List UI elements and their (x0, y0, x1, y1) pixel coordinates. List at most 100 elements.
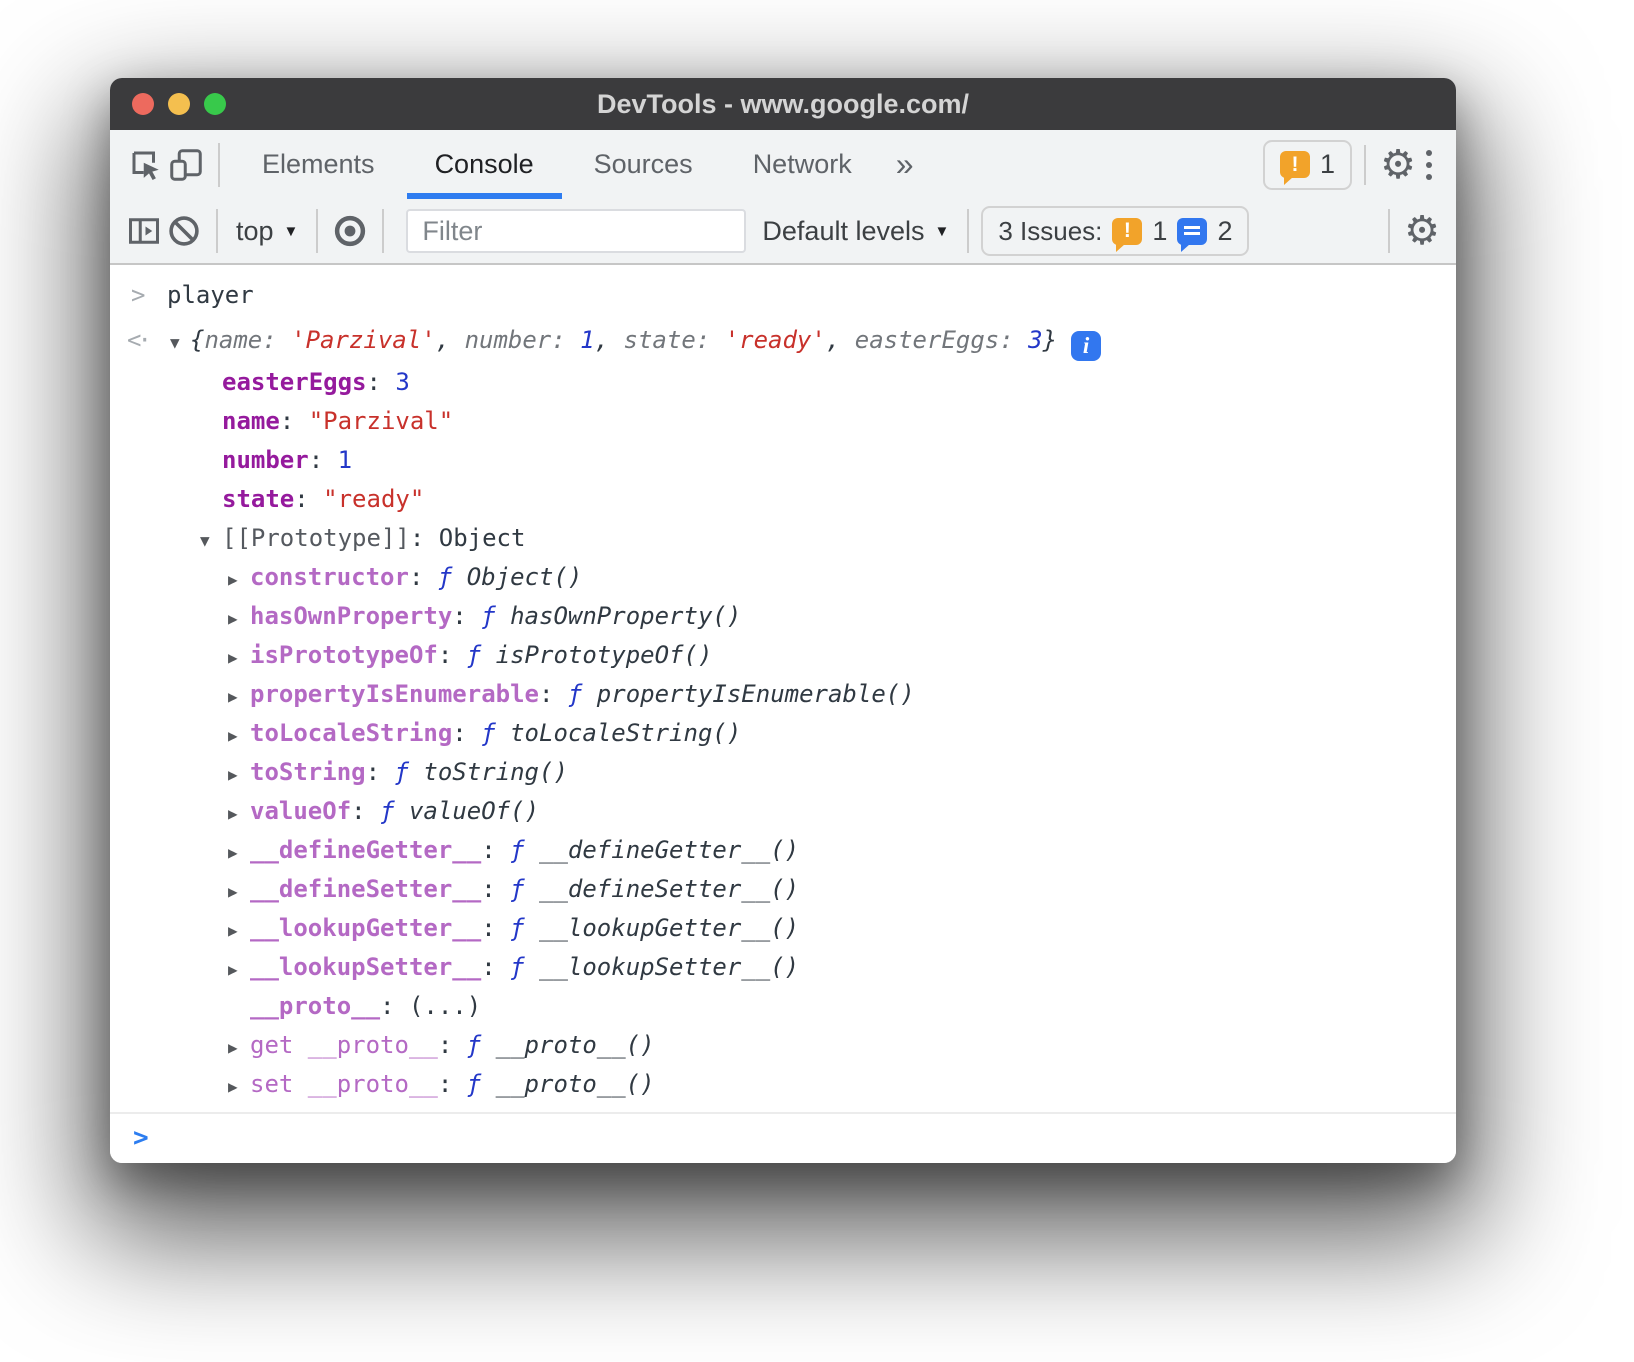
token: 'ready' (725, 326, 826, 354)
triangle-right-icon[interactable]: ▶ (228, 1028, 250, 1067)
info-icon[interactable]: i (1071, 331, 1101, 361)
main-toolbar: ElementsConsoleSourcesNetwork » ! 1 ⚙ (110, 130, 1456, 199)
token: state (624, 326, 696, 354)
property-key: set __proto__ (250, 1070, 438, 1098)
object-property-row: ▼[[Prototype]]: Object (110, 519, 1456, 558)
object-property-row: number: 1 (110, 441, 1456, 480)
object-property-row: ▶toString: ƒ toString() (110, 753, 1456, 792)
triangle-right-icon[interactable]: ▶ (228, 1067, 250, 1106)
tab-network[interactable]: Network (723, 130, 882, 199)
levels-label: Default levels (762, 216, 924, 247)
triangle-right-icon[interactable]: ▶ (228, 755, 250, 794)
property-value: "ready" (323, 485, 424, 513)
triangle-right-icon[interactable]: ▶ (228, 599, 250, 638)
triangle-right-icon[interactable]: ▶ (228, 560, 250, 599)
devtools-window: DevTools - www.google.com/ ElementsConso… (110, 78, 1456, 1163)
token: number (465, 326, 552, 354)
issues-summary-button[interactable]: 3 Issues: ! 1 2 (981, 206, 1249, 256)
settings-gear-icon[interactable]: ⚙ (1378, 145, 1418, 185)
token: : (438, 1031, 467, 1059)
triangle-down-icon[interactable]: ▼ (200, 521, 222, 560)
msg-count: 2 (1217, 216, 1232, 247)
token: : (438, 641, 467, 669)
traffic-lights (132, 78, 226, 130)
kebab-menu-icon[interactable] (1418, 150, 1440, 180)
token: : (280, 407, 309, 435)
context-label: top (236, 216, 274, 247)
object-property-row: ▶isPrototypeOf: ƒ isPrototypeOf() (110, 636, 1456, 675)
property-key: isPrototypeOf (250, 641, 438, 669)
token: : (481, 914, 510, 942)
device-toolbar-icon[interactable] (166, 145, 206, 185)
token: : (366, 758, 395, 786)
divider (1364, 145, 1366, 185)
object-property-row: ▶constructor: ƒ Object() (110, 558, 1456, 597)
function-symbol: ƒ (510, 875, 539, 903)
property-value: 3 (395, 368, 409, 396)
property-key: constructor (250, 563, 409, 591)
triangle-right-icon[interactable]: ▶ (228, 950, 250, 989)
property-value: Object() (467, 563, 583, 591)
property-value: __proto__() (496, 1070, 655, 1098)
console-prompt[interactable]: > (110, 1112, 1456, 1162)
property-key: valueOf (250, 797, 351, 825)
token: : (309, 446, 338, 474)
function-symbol: ƒ (467, 1031, 496, 1059)
token: easterEggs (855, 326, 1000, 354)
warn-count: 1 (1152, 216, 1167, 247)
token: 'Parzival' (291, 326, 436, 354)
triangle-right-icon[interactable]: ▶ (228, 794, 250, 833)
token: : (351, 797, 380, 825)
triangle-right-icon[interactable]: ▶ (228, 833, 250, 872)
token: : (696, 326, 725, 354)
property-key: __proto__ (250, 992, 380, 1020)
property-key: [[Prototype]] (222, 524, 410, 552)
divider (1388, 209, 1390, 253)
clear-console-icon[interactable] (164, 211, 204, 251)
console-panel: >player<·▼{name: 'Parzival', number: 1, … (110, 265, 1456, 1163)
token: name (204, 326, 262, 354)
property-value: Object (439, 524, 526, 552)
more-tabs-icon[interactable]: » (882, 146, 928, 183)
chevron-down-icon: ▼ (935, 223, 950, 240)
live-expression-eye-icon[interactable] (330, 211, 370, 251)
tab-sources[interactable]: Sources (564, 130, 723, 199)
issues-badge-button[interactable]: ! 1 (1263, 140, 1352, 190)
filter-input[interactable] (406, 209, 746, 253)
tabs: ElementsConsoleSourcesNetwork (232, 130, 882, 199)
issue-warning-icon: ! (1112, 218, 1142, 245)
triangle-down-icon[interactable]: ▼ (170, 320, 190, 366)
close-button[interactable] (132, 93, 154, 115)
minimize-button[interactable] (168, 93, 190, 115)
object-property-row: ▶__defineGetter__: ƒ __defineGetter__() (110, 831, 1456, 870)
console-settings-gear-icon[interactable]: ⚙ (1402, 211, 1442, 251)
property-value: (...) (409, 992, 481, 1020)
function-symbol: ƒ (481, 719, 510, 747)
triangle-right-icon[interactable]: ▶ (228, 872, 250, 911)
triangle-right-icon[interactable]: ▶ (228, 677, 250, 716)
console-sidebar-icon[interactable] (124, 211, 164, 251)
object-property-row: ▶__defineSetter__: ƒ __defineSetter__() (110, 870, 1456, 909)
triangle-right-icon[interactable]: ▶ (228, 716, 250, 755)
function-symbol: ƒ (510, 953, 539, 981)
zoom-button[interactable] (204, 93, 226, 115)
property-key: hasOwnProperty (250, 602, 452, 630)
property-value: toString() (423, 758, 568, 786)
triangle-right-icon[interactable]: ▶ (228, 911, 250, 950)
tab-console[interactable]: Console (405, 130, 564, 199)
log-levels-dropdown[interactable]: Default levels ▼ (756, 216, 955, 247)
console-result-row: <·▼{name: 'Parzival', number: 1, state: … (110, 317, 1456, 363)
token: : (438, 1070, 467, 1098)
token: 1 (580, 326, 594, 354)
object-property-row: ▶valueOf: ƒ valueOf() (110, 792, 1456, 831)
function-symbol: ƒ (467, 641, 496, 669)
property-value: __lookupSetter__() (539, 953, 799, 981)
property-key: name (222, 407, 280, 435)
inspect-element-icon[interactable] (126, 145, 166, 185)
tab-elements[interactable]: Elements (232, 130, 405, 199)
property-value: __lookupGetter__() (539, 914, 799, 942)
triangle-right-icon[interactable]: ▶ (228, 638, 250, 677)
token: : (452, 602, 481, 630)
property-key: state (222, 485, 294, 513)
context-dropdown[interactable]: top ▼ (230, 216, 304, 247)
